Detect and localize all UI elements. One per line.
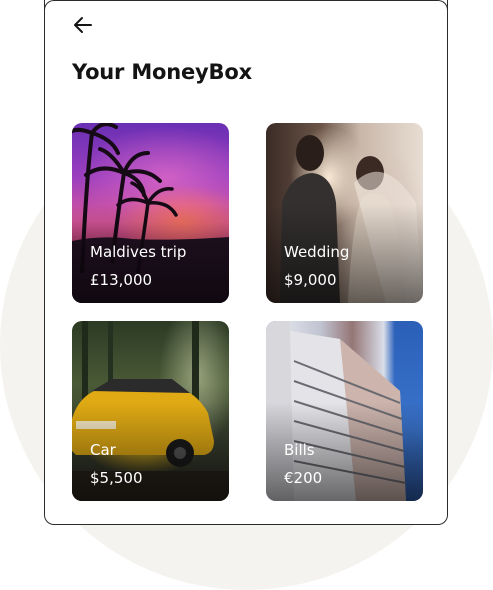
moneybox-name: Maldives trip bbox=[90, 243, 187, 261]
moneybox-name: Bills bbox=[284, 441, 315, 459]
moneybox-name: Car bbox=[90, 441, 116, 459]
moneybox-amount: $5,500 bbox=[90, 469, 143, 487]
moneybox-tile-maldives-trip[interactable]: Maldives trip £13,000 bbox=[72, 123, 229, 303]
card-top-edge bbox=[44, 0, 448, 10]
moneybox-tile-car[interactable]: Car $5,500 bbox=[72, 321, 229, 501]
back-button[interactable] bbox=[72, 14, 94, 36]
moneybox-amount: €200 bbox=[284, 469, 323, 487]
moneybox-name: Wedding bbox=[284, 243, 350, 261]
arrow-left-icon bbox=[74, 17, 92, 33]
moneybox-tile-bills[interactable]: Bills €200 bbox=[266, 321, 423, 501]
moneybox-amount: $9,000 bbox=[284, 271, 337, 289]
moneybox-amount: £13,000 bbox=[90, 271, 153, 289]
moneybox-tile-wedding[interactable]: Wedding $9,000 bbox=[266, 123, 423, 303]
page-title: Your MoneyBox bbox=[72, 60, 252, 84]
